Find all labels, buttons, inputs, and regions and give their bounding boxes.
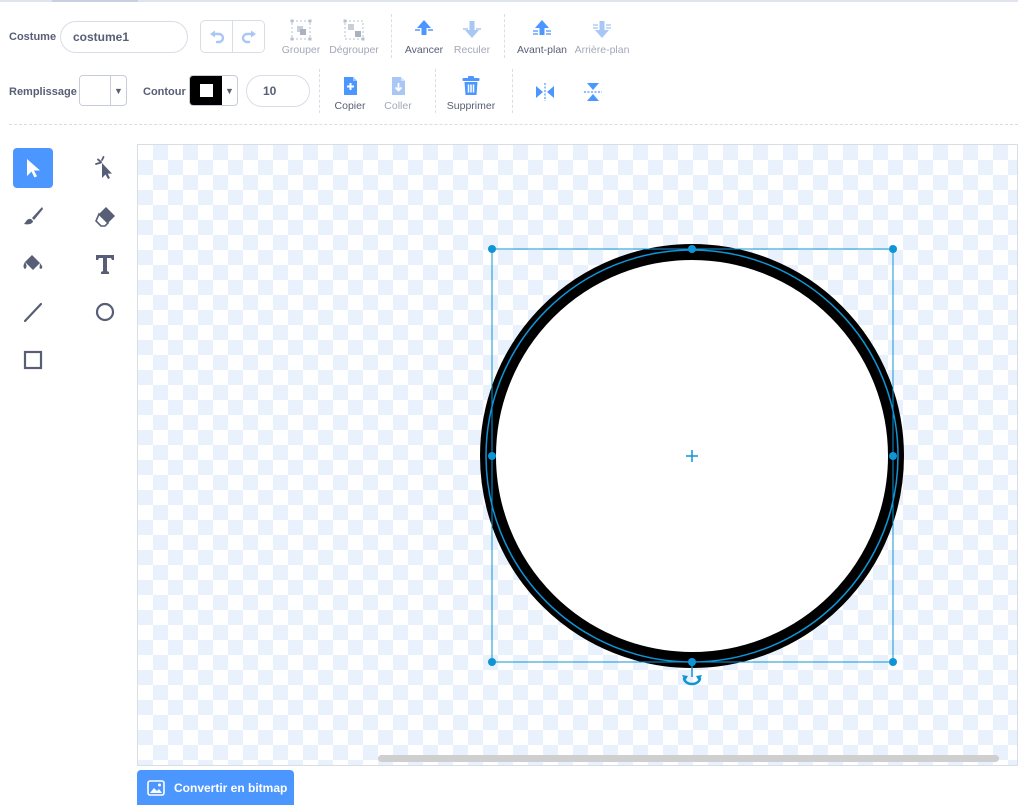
backward-button[interactable]: Reculer <box>442 18 502 56</box>
brush-icon <box>24 207 43 225</box>
tab-indicator <box>0 0 1018 2</box>
send-to-back-button[interactable]: Arrière-plan <box>572 18 632 56</box>
rectangle-icon <box>23 350 43 370</box>
separator <box>512 69 513 113</box>
outline-width-input[interactable] <box>246 75 310 107</box>
eraser-tool[interactable] <box>85 196 125 236</box>
undo-redo-group <box>200 20 265 53</box>
drawing-canvas[interactable] <box>137 144 1018 766</box>
send-to-back-label: Arrière-plan <box>574 44 630 56</box>
group-label: Grouper <box>281 44 321 56</box>
ungroup-icon <box>343 19 365 41</box>
costume-label: Costume <box>9 31 57 43</box>
brush-tool[interactable] <box>13 196 53 236</box>
delete-button[interactable]: Supprimer <box>441 74 501 112</box>
fill-tool[interactable] <box>13 244 53 284</box>
arrow-pointer-icon <box>27 159 40 178</box>
redo-button[interactable] <box>233 21 264 52</box>
copy-label: Copier <box>334 100 366 112</box>
flip-horizontal-button[interactable] <box>533 80 557 104</box>
undo-icon <box>209 30 224 43</box>
arrow-down-icon <box>463 21 481 38</box>
redo-icon <box>241 30 256 43</box>
resize-handle <box>688 245 696 253</box>
flip-vertical-icon <box>584 83 602 101</box>
bring-to-front-label: Avant-plan <box>516 44 567 56</box>
group-icon <box>290 19 312 41</box>
paste-icon <box>392 77 405 95</box>
line-icon <box>23 302 43 323</box>
bring-to-front-icon <box>533 20 551 35</box>
convert-to-bitmap-label: Convertir en bitmap <box>174 780 288 795</box>
eraser-icon <box>95 207 115 227</box>
chevron-down-icon: ▼ <box>225 85 234 96</box>
outline-swatch <box>190 76 222 105</box>
backward-label: Reculer <box>453 44 491 56</box>
resize-handle <box>488 452 496 460</box>
fill-label: Remplissage <box>9 86 77 98</box>
trash-icon <box>462 76 480 95</box>
circle-icon <box>95 302 115 322</box>
resize-handle <box>889 452 897 460</box>
delete-label: Supprimer <box>446 100 496 112</box>
send-to-back-icon <box>593 21 611 38</box>
text-tool[interactable] <box>85 244 125 284</box>
reshape-tool[interactable] <box>85 148 125 188</box>
copy-icon <box>344 77 357 95</box>
separator <box>391 14 392 58</box>
rectangle-tool[interactable] <box>13 340 53 380</box>
convert-to-bitmap-button[interactable]: Convertir en bitmap <box>137 770 294 805</box>
fill-color-picker[interactable]: ▼ <box>79 75 127 106</box>
arrow-up-icon <box>415 20 433 35</box>
separator <box>435 69 436 113</box>
image-icon <box>147 779 165 796</box>
resize-handle <box>488 245 496 253</box>
paste-label: Coller <box>384 100 412 112</box>
active-tab-indicator <box>52 0 138 2</box>
bring-to-front-button[interactable]: Avant-plan <box>512 18 572 56</box>
fill-swatch <box>80 76 111 105</box>
resize-handle <box>889 658 897 666</box>
chevron-down-icon: ▼ <box>114 85 123 96</box>
reshape-icon <box>95 156 112 179</box>
horizontal-scrollbar[interactable] <box>378 755 999 762</box>
undo-button[interactable] <box>201 21 233 52</box>
resize-handle <box>889 245 897 253</box>
outline-color-picker[interactable]: ▼ <box>189 75 238 106</box>
resize-handle <box>488 658 496 666</box>
forward-label: Avancer <box>404 44 444 56</box>
text-icon <box>96 255 114 274</box>
canvas-artwork <box>480 244 904 686</box>
separator <box>504 14 505 58</box>
ungroup-button[interactable]: Dégrouper <box>324 18 384 56</box>
toolbar-divider <box>9 124 1018 125</box>
outline-label: Contour <box>143 86 186 98</box>
paint-bucket-icon <box>23 255 43 270</box>
ungroup-label: Dégrouper <box>329 44 379 56</box>
line-tool[interactable] <box>13 292 53 332</box>
flip-vertical-button[interactable] <box>581 80 605 104</box>
paste-button[interactable]: Coller <box>368 74 428 112</box>
group-button[interactable]: Grouper <box>271 18 331 56</box>
flip-horizontal-icon <box>536 83 554 101</box>
costume-name-input[interactable] <box>60 21 188 53</box>
circle-tool[interactable] <box>85 292 125 332</box>
select-tool[interactable] <box>13 148 53 188</box>
